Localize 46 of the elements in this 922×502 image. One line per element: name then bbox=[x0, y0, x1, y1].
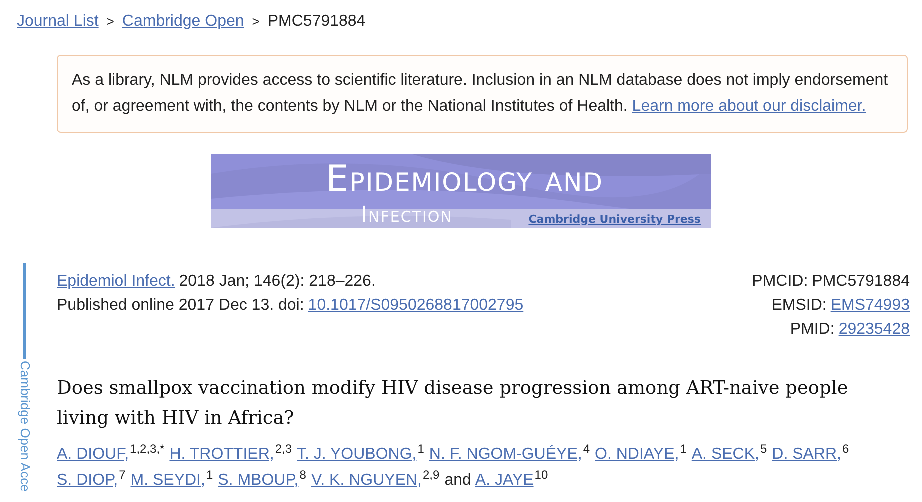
author-link[interactable]: A. JAYE bbox=[475, 472, 534, 489]
affiliation-marks: 2,9 bbox=[423, 468, 440, 482]
author-link[interactable]: A. DIOUF, bbox=[57, 446, 130, 463]
side-tab[interactable]: Cambridge Open Acce bbox=[16, 361, 35, 492]
article-title: Does smallpox vaccination modify HIV disease progression among ART-naive people living with HIV in Africa? bbox=[57, 377, 850, 431]
breadcrumb-separator: > bbox=[252, 13, 260, 32]
affiliation-marks: 7 bbox=[119, 468, 126, 482]
affiliation-marks: 1 bbox=[680, 442, 687, 456]
affiliation-marks: 2,3 bbox=[275, 442, 292, 456]
journal-title: Epidemiology and bbox=[326, 158, 604, 202]
author-link[interactable]: S. MBOUP, bbox=[218, 472, 299, 489]
citation-details: 2018 Jan; 146(2): 218–226. bbox=[179, 273, 376, 291]
affiliation-marks: 8 bbox=[300, 468, 306, 482]
author-link[interactable]: S. DIOP, bbox=[57, 472, 118, 489]
author-link[interactable]: V. K. NGUYEN, bbox=[311, 472, 422, 489]
author-link[interactable]: A. SECK, bbox=[692, 446, 760, 463]
affiliation-marks: 1,2,3,* bbox=[130, 442, 165, 456]
author-link[interactable]: O. NDIAYE, bbox=[595, 446, 680, 463]
identifier-value: PMC5791884 bbox=[812, 273, 910, 291]
affiliation-marks: 4 bbox=[583, 442, 590, 456]
author-link[interactable]: M. SEYDI, bbox=[130, 472, 206, 489]
conjunction: and bbox=[444, 472, 472, 489]
affiliation-marks: 6 bbox=[842, 442, 850, 456]
affiliation-marks: 10 bbox=[534, 468, 548, 482]
breadcrumb-link[interactable]: Journal List bbox=[17, 10, 99, 34]
breadcrumb-link[interactable]: Cambridge Open bbox=[122, 10, 244, 34]
identifier-link[interactable]: EMS74993 bbox=[830, 297, 910, 315]
author-link[interactable]: T. J. YOUBONG, bbox=[297, 446, 417, 463]
breadcrumb-separator: > bbox=[106, 13, 114, 32]
identifier-label: EMSID: bbox=[772, 297, 827, 315]
author-link[interactable]: D. SARR, bbox=[772, 446, 842, 463]
affiliation-marks: 1 bbox=[206, 468, 214, 482]
author-link[interactable]: N. F. NGOM-GUÉYE, bbox=[429, 446, 582, 463]
journal-link[interactable]: Epidemiol Infect. bbox=[57, 273, 176, 291]
author-link[interactable]: H. TROTTIER, bbox=[170, 446, 274, 463]
identifier-label: PMCID: bbox=[752, 273, 808, 291]
affiliation-marks: 1 bbox=[418, 442, 424, 456]
doi-link[interactable]: 10.1017/S0950268817002795 bbox=[308, 297, 524, 315]
published-date: Published online 2017 Dec 13. doi: bbox=[57, 297, 304, 315]
identifier-link[interactable]: 29235428 bbox=[838, 321, 910, 339]
disclaimer-link[interactable]: Learn more about our disclaimer. bbox=[632, 98, 866, 115]
journal-title: Infection bbox=[361, 204, 453, 228]
disclaimer-text: As a library, NLM provides access to scientific literature. Inclusion in an NLM database does not imply endorsement of, or agreement with, the contents by NLM or the National Institutes of Health. Learn more about our disclaimer. bbox=[72, 71, 890, 117]
breadcrumb-current: PMC5791884 bbox=[268, 12, 366, 32]
identifier-label: PMID: bbox=[790, 321, 835, 339]
affiliation-marks: 5 bbox=[760, 442, 768, 456]
